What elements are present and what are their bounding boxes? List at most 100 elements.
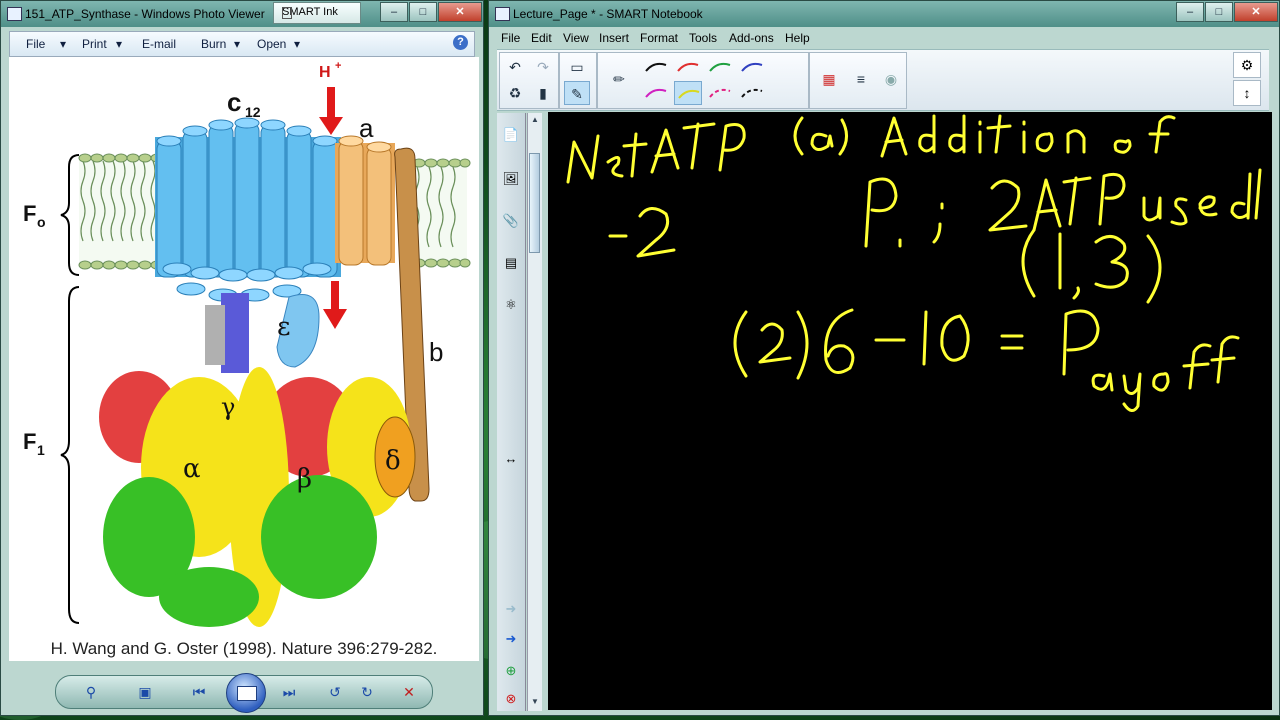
chevron-down-icon[interactable]: ▾	[294, 37, 300, 51]
c12-ring	[155, 117, 341, 302]
zoom-icon[interactable]: ⚲	[82, 683, 100, 701]
delete-icon[interactable]: ♻	[502, 81, 528, 105]
close-button[interactable]: ✕	[1234, 2, 1278, 22]
line-width-icon[interactable]: ≡	[848, 67, 874, 91]
handwriting-payoff	[733, 308, 1240, 412]
whiteboard-canvas[interactable]	[548, 112, 1272, 710]
pen-style-black[interactable]	[642, 55, 670, 79]
maximize-button[interactable]: □	[1205, 2, 1233, 22]
attachments-icon[interactable]: 📎	[501, 211, 521, 231]
properties-icon[interactable]: ▤	[501, 253, 521, 273]
scroll-down-icon[interactable]: ▼	[529, 697, 541, 709]
scroll-thumb[interactable]	[529, 153, 540, 253]
label-f1: F	[23, 429, 36, 454]
photo-viewer-title: 151_ATP_Synthase - Windows Photo Viewer	[25, 7, 265, 21]
close-button[interactable]: ✕	[438, 2, 482, 22]
label-f1-subscript: 1	[37, 442, 45, 458]
menu-help[interactable]: Help	[785, 31, 810, 45]
label-beta: β	[297, 464, 312, 494]
transparency-icon[interactable]: ◉	[878, 67, 904, 91]
menu-edit[interactable]: Edit	[531, 31, 552, 45]
label-c-subscript: 12	[245, 104, 261, 120]
minimize-button[interactable]: –	[1176, 2, 1204, 22]
pen-style-pink-dashed[interactable]	[706, 81, 734, 105]
atp-synthase-figure: c 12 H + a b ε γ α β δ F o F 1	[23, 60, 471, 627]
menu-print[interactable]: Print	[82, 37, 107, 51]
side-tabs: 📄 🖼 📎 ▤ ⚛ ↔ ➜ ➜ ⊕ ⊗	[497, 113, 526, 711]
next-page-icon[interactable]: ➜	[501, 629, 521, 649]
smart-ink-toolbar[interactable]: SMART Ink	[273, 2, 361, 24]
photo-viewer-app-icon	[7, 7, 22, 21]
addons-icon[interactable]: ⚛	[501, 295, 521, 315]
menu-email[interactable]: E-mail	[142, 37, 176, 51]
previous-page-icon[interactable]: ➜	[501, 599, 521, 619]
pen-icon[interactable]: ✏	[606, 67, 632, 91]
menu-burn[interactable]: Burn	[201, 37, 226, 51]
pen-style-magenta[interactable]	[642, 81, 670, 105]
chevron-down-icon[interactable]: ▾	[116, 37, 122, 51]
help-icon[interactable]: ?	[453, 35, 468, 50]
add-page-icon[interactable]: ⊕	[501, 661, 521, 681]
chevron-down-icon[interactable]: ▾	[60, 37, 66, 51]
resize-sidebar-icon[interactable]: ↔	[501, 449, 521, 469]
notebook-menubar: File Edit View Insert Format Tools Add-o…	[493, 28, 1275, 48]
pen-style-blue[interactable]	[738, 55, 766, 79]
menu-addons[interactable]: Add-ons	[729, 31, 774, 45]
redo-icon[interactable]: ↷	[530, 55, 556, 79]
screen-shade-icon[interactable]: ▮	[530, 81, 556, 105]
pen-style-black-dashed[interactable]	[738, 81, 766, 105]
rotate-right-icon[interactable]: ↻	[358, 683, 376, 701]
rotate-left-icon[interactable]: ↺	[326, 683, 344, 701]
notebook-titlebar[interactable]: Lecture_Page * - SMART Notebook – □ ✕	[489, 1, 1279, 27]
menu-insert[interactable]: Insert	[599, 31, 629, 45]
photo-viewer-titlebar[interactable]: 151_ATP_Synthase - Windows Photo Viewer …	[1, 1, 483, 27]
label-fo: F	[23, 201, 36, 226]
subunit-a	[335, 135, 395, 266]
label-epsilon: ε	[277, 312, 290, 342]
handwriting-pi-atp-used	[864, 168, 1262, 248]
photo-viewer-window: 151_ATP_Synthase - Windows Photo Viewer …	[0, 0, 484, 716]
scroll-up-icon[interactable]: ▲	[529, 115, 541, 127]
pens-icon[interactable]: ✎	[564, 81, 590, 105]
toolbar-group-select: ▭ ✎	[559, 52, 597, 109]
pen-style-green[interactable]	[706, 55, 734, 79]
move-toolbar-icon[interactable]: ↕	[1233, 80, 1261, 106]
label-alpha: α	[183, 454, 201, 484]
previous-icon[interactable]: ⏮	[190, 683, 208, 701]
menu-tools[interactable]: Tools	[689, 31, 717, 45]
menu-format[interactable]: Format	[640, 31, 678, 45]
pin-icon[interactable]	[282, 7, 292, 19]
label-h-plus-superscript: +	[335, 60, 341, 72]
figure-caption: H. Wang and G. Oster (1998). Nature 396:…	[50, 639, 438, 658]
page-sorter-icon[interactable]: 📄	[501, 125, 521, 145]
delete-icon[interactable]: ✕	[400, 683, 418, 701]
minimize-button[interactable]: –	[380, 2, 408, 22]
pen-style-red[interactable]	[674, 55, 702, 79]
gallery-icon[interactable]: 🖼	[501, 169, 521, 189]
f1-brace	[60, 286, 80, 624]
slideshow-icon	[237, 686, 257, 701]
menu-open[interactable]: Open	[257, 37, 286, 51]
handwriting-layer	[566, 114, 1262, 412]
maximize-button[interactable]: □	[409, 2, 437, 22]
photo-viewer-window-controls: – □ ✕	[379, 2, 482, 22]
handwriting-addition-of	[793, 114, 1176, 158]
chevron-down-icon[interactable]: ▾	[234, 37, 240, 51]
f1-head	[99, 367, 411, 627]
fo-brace	[60, 154, 80, 276]
slideshow-button[interactable]	[226, 673, 266, 713]
undo-icon[interactable]: ↶	[502, 55, 528, 79]
menu-file[interactable]: File	[26, 37, 45, 51]
actual-size-icon[interactable]: ▣	[136, 683, 154, 701]
gear-icon[interactable]: ⚙	[1233, 52, 1261, 78]
sidebar-scrollbar[interactable]: ▲ ▼	[527, 113, 542, 711]
delete-page-icon[interactable]: ⊗	[501, 689, 521, 709]
notebook-window-controls: – □ ✕	[1175, 2, 1278, 22]
eraser-icon[interactable]: ▭	[564, 55, 590, 79]
color-palette-icon[interactable]: ▦	[816, 67, 842, 91]
menu-file[interactable]: File	[501, 31, 520, 45]
menu-view[interactable]: View	[563, 31, 589, 45]
photo-canvas: c 12 H + a b ε γ α β δ F o F 1 H. Wang a…	[9, 57, 479, 661]
next-icon[interactable]: ⏭	[280, 683, 298, 701]
pen-style-yellow[interactable]	[674, 81, 702, 105]
